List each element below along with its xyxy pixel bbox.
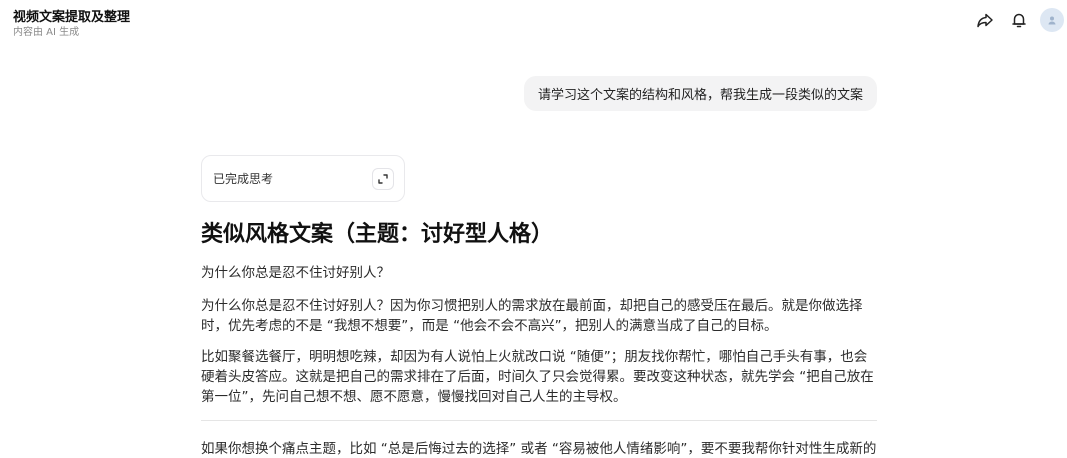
answer-paragraph: 为什么你总是忍不住讨好别人？: [201, 265, 390, 281]
answer-paragraph: 比如聚餐选餐厅，明明想吃辣，却因为有人说怕上火就改口说 “随便”；朋友找你帮忙，…: [201, 349, 874, 405]
assistant-answer: 类似风格文案（主题：讨好型人格） 为什么你总是忍不住讨好别人？ 为什么你总是忍不…: [201, 219, 877, 458]
thinking-status-card[interactable]: 已完成思考: [201, 155, 405, 202]
user-message-text: 请学习这个文案的结构和风格，帮我生成一段类似的文案: [537, 88, 863, 103]
user-icon: [1048, 16, 1056, 25]
expand-icon[interactable]: [372, 168, 394, 190]
answer-paragraph: 为什么你总是忍不住讨好别人？因为你习惯把别人的需求放在最前面，却把自己的感受压在…: [201, 298, 863, 334]
user-message-bubble: 请学习这个文案的结构和风格，帮我生成一段类似的文案: [523, 76, 877, 111]
thinking-status-label: 已完成思考: [213, 172, 274, 186]
avatar[interactable]: [1040, 8, 1064, 32]
bell-icon[interactable]: [1008, 9, 1030, 31]
share-icon[interactable]: [974, 9, 996, 31]
chat-page: 视频文案提取及整理 内容由 AI 生成 请学习这个文案的结构和风格，帮我生成一段…: [0, 0, 1067, 458]
answer-paragraph: 如果你想换个痛点主题，比如 “总是后悔过去的选择” 或者 “容易被他人情绪影响”…: [201, 441, 877, 457]
ai-generated-note: 内容由 AI 生成: [13, 27, 80, 38]
answer-heading: 类似风格文案（主题：讨好型人格）: [201, 222, 554, 247]
divider: [201, 420, 877, 421]
